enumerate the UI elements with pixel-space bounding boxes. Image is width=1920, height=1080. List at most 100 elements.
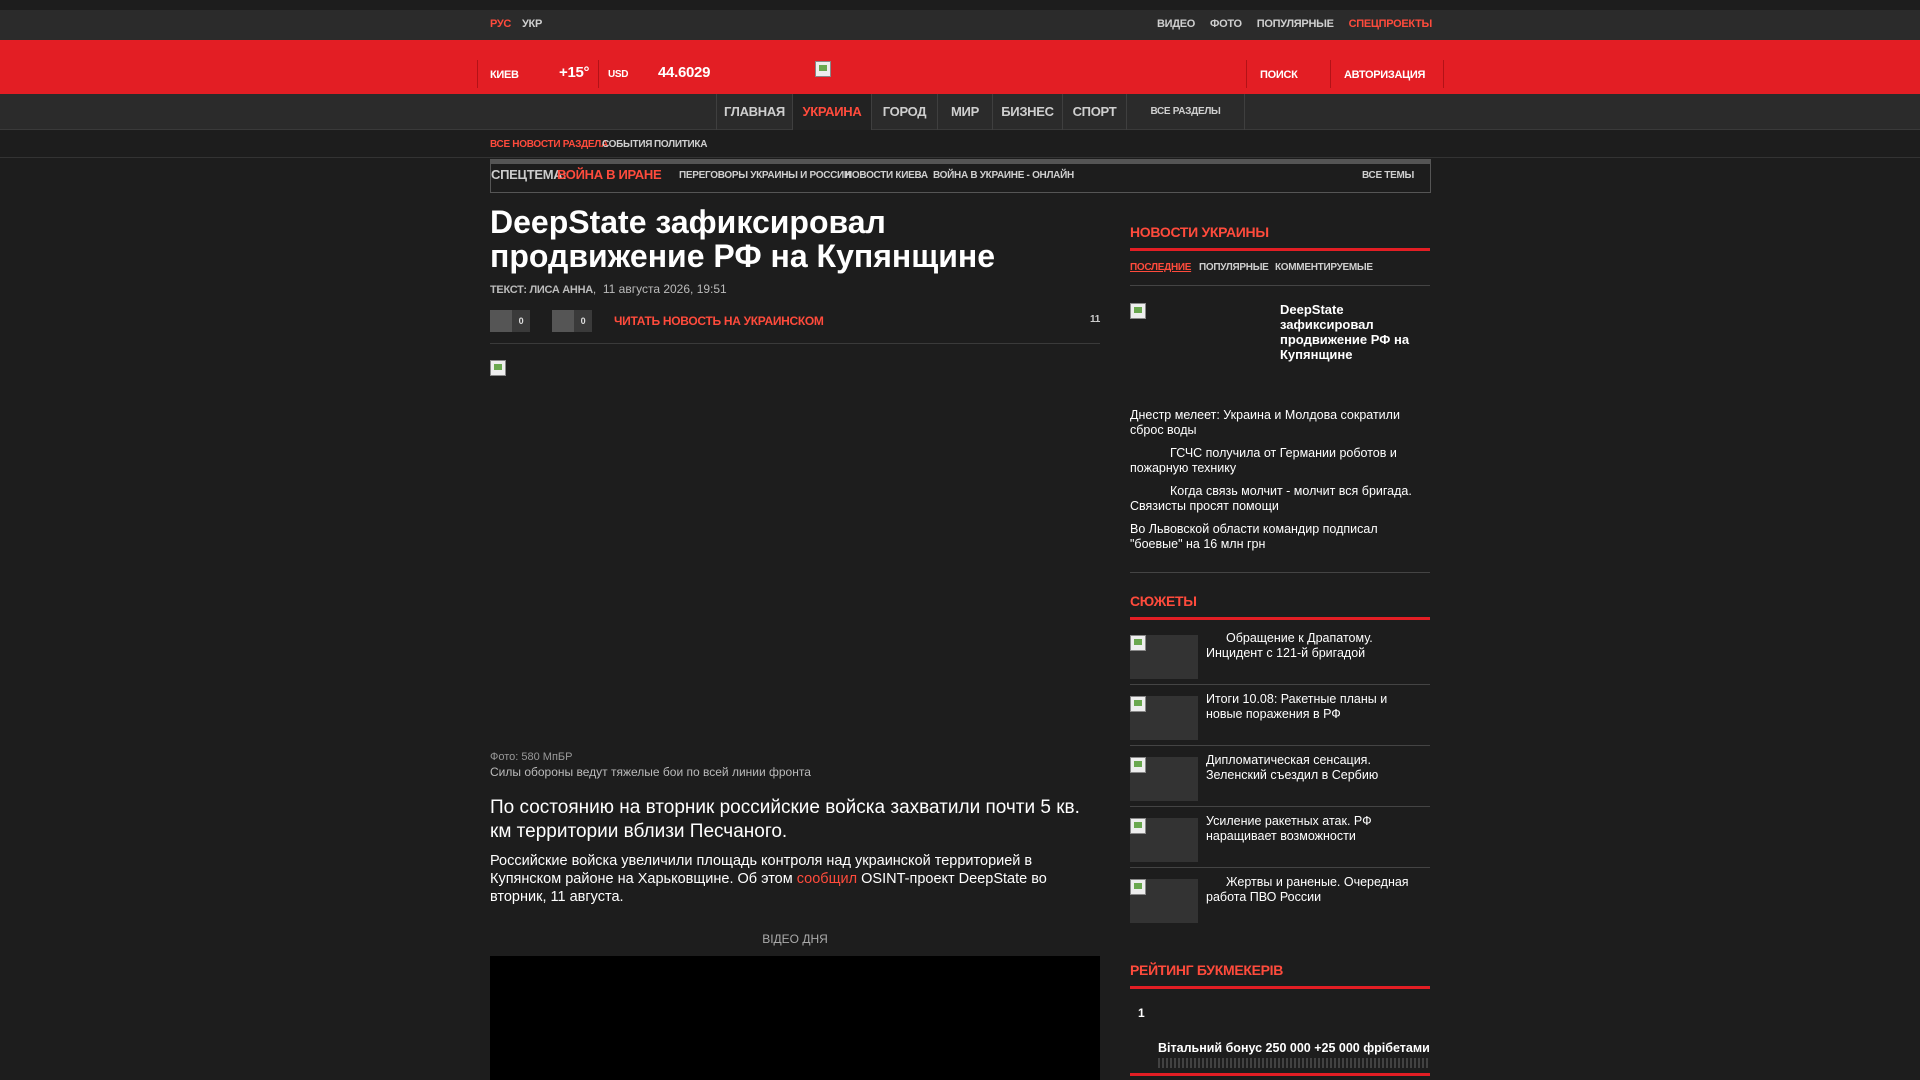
- plot-title[interactable]: Дипломатическая сенсация. Зеленский съез…: [1206, 753, 1426, 783]
- news-heading-text[interactable]: НОВОСТИ УКРАИНЫ: [1130, 224, 1430, 251]
- nav-business[interactable]: БИЗНЕС: [992, 94, 1062, 130]
- plot-thumbnail: [1130, 635, 1198, 679]
- divider: [1443, 60, 1444, 88]
- nav-sport[interactable]: СПОРТ: [1062, 94, 1126, 130]
- photo-link[interactable]: ФОТО: [1210, 18, 1242, 30]
- divider: [1130, 572, 1430, 573]
- site-logo-icon[interactable]: [815, 61, 831, 77]
- news-tabs: ПОСЛЕДНИЕ ПОПУЛЯРНЫЕ КОММЕНТИРУЕМЫЕ: [1130, 262, 1430, 286]
- featured-news-title[interactable]: DeepState зафиксировал продвижение РФ на…: [1280, 302, 1420, 362]
- tab-commented[interactable]: КОММЕНТИРУЕМЫЕ: [1275, 262, 1373, 273]
- broken-image-icon: [1130, 879, 1146, 895]
- sub-nav: ВСЕ НОВОСТИ РАЗДЕЛА СОБЫТИЯ ПОЛИТИКА: [0, 131, 1920, 158]
- like-count: 0: [512, 310, 530, 332]
- plot-item[interactable]: Усиление ракетных атак. РФ наращивает во…: [1130, 810, 1430, 868]
- subnav-politics[interactable]: ПОЛИТИКА: [654, 139, 707, 150]
- spec-topic-link[interactable]: ВОЙНА В ИРАНЕ: [557, 167, 662, 182]
- plot-thumbnail: [1130, 818, 1198, 862]
- rating-heading-text[interactable]: РЕЙТИНГ БУКМЕКЕРІВ: [1130, 962, 1430, 989]
- header-bar: КИЕВ +15° USD 44.6029 ПОИСК АВТОРИЗАЦИЯ: [0, 40, 1920, 94]
- top-bar: РУС УКР ВИДЕО ФОТО ПОПУЛЯРНЫЕ СПЕЦПРОЕКТ…: [0, 10, 1920, 40]
- city-label: КИЕВ: [490, 69, 519, 81]
- dislike-button[interactable]: 0: [552, 310, 592, 332]
- news-item[interactable]: Днестр мелеет: Украина и Молдова сократи…: [1130, 408, 1430, 438]
- photo-caption: Силы обороны ведут тяжелые бои по всей л…: [490, 765, 811, 779]
- plot-item[interactable]: Жертвы и раненые. Очередная работа ПВО Р…: [1130, 871, 1430, 929]
- nav-all-sections[interactable]: ВСЕ РАЗДЕЛЫ: [1126, 94, 1245, 130]
- publish-date: 11 августа 2026, 19:51: [602, 282, 727, 296]
- dislike-count: 0: [574, 310, 592, 332]
- plot-title[interactable]: Жертвы и раненые. Очередная работа ПВО Р…: [1206, 875, 1426, 905]
- byline: ТЕКСТ: ЛИСА АННА, 11 августа 2026, 19:51: [490, 282, 727, 296]
- spec-link-negotiations[interactable]: ПЕРЕГОВОРЫ УКРАИНЫ И РОССИИ: [679, 170, 851, 181]
- subnav-events[interactable]: СОБЫТИЯ: [602, 139, 652, 150]
- article-paragraph: Российские войска увеличили площадь конт…: [490, 852, 1105, 906]
- divider: [1246, 60, 1247, 88]
- comment-count[interactable]: 11: [1090, 314, 1100, 325]
- temperature: +15°: [559, 64, 590, 81]
- top-strip: [0, 0, 1920, 10]
- bookmaker-item[interactable]: Вітальний бонус 250 000 +25 000 фрібетам…: [1130, 1040, 1430, 1076]
- divider: [477, 60, 478, 88]
- read-ukrainian-link[interactable]: ЧИТАТЬ НОВОСТЬ НА УКРАИНСКОМ: [614, 314, 824, 328]
- broken-image-icon: [1130, 696, 1146, 712]
- currency-label: USD: [608, 69, 629, 80]
- plot-thumbnail: [1130, 757, 1198, 801]
- nav-world[interactable]: МИР: [937, 94, 992, 130]
- article-actions: 0 0 ЧИТАТЬ НОВОСТЬ НА УКРАИНСКОМ 11: [490, 310, 1100, 344]
- plot-thumbnail: [1130, 696, 1198, 740]
- video-player[interactable]: [490, 956, 1100, 1080]
- bookmaker-bonus[interactable]: Вітальний бонус 250 000 +25 000 фрібетам…: [1158, 1041, 1430, 1055]
- broken-image-icon: [1130, 818, 1146, 834]
- spec-link-war-online[interactable]: ВОЙНА В УКРАИНЕ - ОНЛАЙН: [933, 170, 1074, 181]
- nav-main[interactable]: ГЛАВНАЯ: [716, 94, 792, 130]
- plot-item[interactable]: Дипломатическая сенсация. Зеленский съез…: [1130, 749, 1430, 807]
- video-day-label: ВІДЕО ДНЯ: [762, 932, 828, 946]
- news-item[interactable]: Когда связь молчит - молчит вся бригада.…: [1130, 484, 1430, 514]
- plot-title[interactable]: Усиление ракетных атак. РФ наращивает во…: [1206, 814, 1426, 844]
- video-link[interactable]: ВИДЕО: [1157, 18, 1195, 30]
- plots-heading-text[interactable]: СЮЖЕТЫ: [1130, 593, 1430, 620]
- nav-city[interactable]: ГОРОД: [871, 94, 937, 130]
- news-item[interactable]: ГСЧС получила от Германии роботов и пожа…: [1130, 446, 1430, 476]
- search-button[interactable]: ПОИСК: [1260, 69, 1298, 81]
- article-lead: По состоянию на вторник российские войск…: [490, 797, 1080, 842]
- tab-latest[interactable]: ПОСЛЕДНИЕ: [1130, 262, 1191, 273]
- subnav-all-news[interactable]: ВСЕ НОВОСТИ РАЗДЕЛА: [490, 139, 608, 150]
- spec-all-topics[interactable]: ВСЕ ТЕМЫ: [1362, 170, 1414, 181]
- special-topic-bar: СПЕЦТЕМА: ВОЙНА В ИРАНЕ ПЕРЕГОВОРЫ УКРАИ…: [490, 159, 1431, 193]
- author[interactable]: ТЕКСТ: ЛИСА АННА: [490, 284, 593, 296]
- divider: [598, 60, 599, 88]
- spec-link-kyiv-news[interactable]: НОВОСТИ КИЕВА: [845, 170, 928, 181]
- broken-image-icon: [1130, 635, 1146, 651]
- thumbs-up-icon: [490, 310, 512, 332]
- special-projects-link[interactable]: СПЕЦПРОЕКТЫ: [1349, 18, 1433, 30]
- sidebar-plots-heading: СЮЖЕТЫ: [1130, 593, 1430, 620]
- tab-popular[interactable]: ПОПУЛЯРНЫЕ: [1199, 262, 1269, 273]
- plot-item[interactable]: Обращение к Драпатому. Инцидент с 121-й …: [1130, 627, 1430, 685]
- divider: [1330, 60, 1331, 88]
- currency-rate: 44.6029: [658, 64, 711, 81]
- plot-thumbnail: [1130, 879, 1198, 923]
- article-title: DeepState зафиксировал продвижение РФ на…: [490, 204, 995, 274]
- plot-title[interactable]: Обращение к Драпатому. Инцидент с 121-й …: [1206, 631, 1426, 661]
- sidebar-news-heading: НОВОСТИ УКРАИНЫ: [1130, 224, 1430, 251]
- rating-rank: 1: [1138, 1006, 1145, 1020]
- popular-link[interactable]: ПОПУЛЯРНЫЕ: [1257, 18, 1334, 30]
- photo-credit: Фото: 580 МпБР: [490, 751, 573, 763]
- main-nav: ГЛАВНАЯ УКРАИНА ГОРОД МИР БИЗНЕС СПОРТ В…: [0, 94, 1920, 130]
- auth-button[interactable]: АВТОРИЗАЦИЯ: [1344, 69, 1425, 81]
- source-link[interactable]: сообщил: [797, 871, 857, 887]
- lang-uk-link[interactable]: УКР: [522, 18, 542, 30]
- plot-title[interactable]: Итоги 10.08: Ракетные планы и новые пора…: [1206, 692, 1426, 722]
- plot-item[interactable]: Итоги 10.08: Ракетные планы и новые пора…: [1130, 688, 1430, 746]
- nav-ukraine[interactable]: УКРАИНА: [792, 94, 871, 130]
- top-links: ВИДЕО ФОТО ПОПУЛЯРНЫЕ СПЕЦПРОЕКТЫ: [1157, 18, 1432, 30]
- news-item[interactable]: Во Львовской области командир подписал "…: [1130, 522, 1430, 552]
- like-button[interactable]: 0: [490, 310, 530, 332]
- fine-print: [1158, 1058, 1428, 1068]
- article-photo: [490, 360, 1100, 745]
- lang-ru-link[interactable]: РУС: [490, 18, 511, 30]
- broken-image-icon: [1130, 757, 1146, 773]
- thumbs-down-icon: [552, 310, 574, 332]
